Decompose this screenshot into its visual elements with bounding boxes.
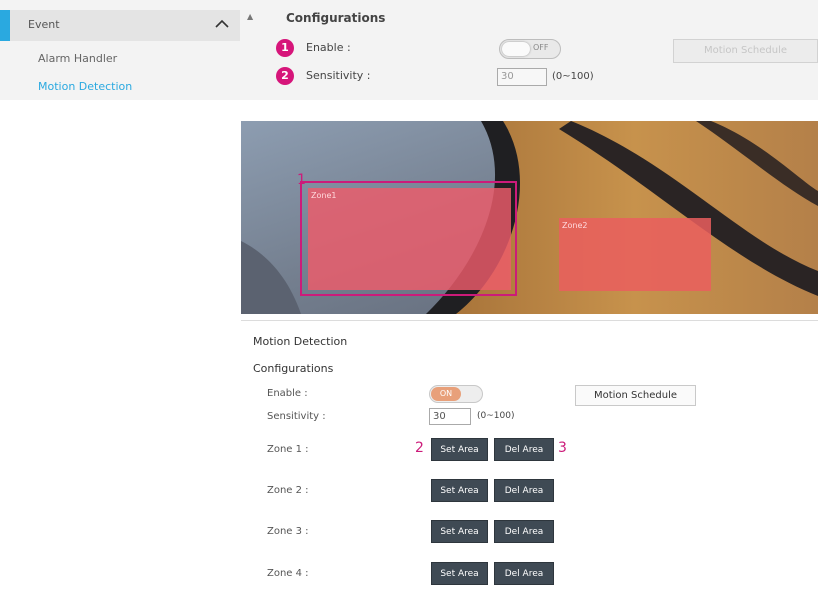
zone-1-del-area-button[interactable]: Del Area (494, 438, 554, 461)
zone-4-del-area-button[interactable]: Del Area (494, 562, 554, 585)
sidebar-item-alarm-handler[interactable]: Alarm Handler (38, 52, 117, 65)
toggle-on-indicator: ON (431, 387, 461, 401)
enable-label: Enable : (267, 388, 308, 399)
divider (241, 320, 818, 321)
callout-marker-2: 2 (276, 67, 294, 85)
configurations-heading: Configurations (253, 362, 334, 375)
enable-label: Enable : (306, 41, 351, 54)
sidebar-header-label: Event (28, 18, 60, 31)
top-config-panel: Event Alarm Handler Motion Detection ▲ C… (0, 0, 818, 100)
sidebar: Event Alarm Handler Motion Detection (0, 0, 240, 100)
configurations-title: Configurations (286, 11, 386, 25)
enable-toggle[interactable]: OFF (499, 39, 561, 59)
sensitivity-label: Sensitivity : (306, 69, 371, 82)
enable-toggle[interactable]: ON (429, 385, 483, 403)
sensitivity-label: Sensitivity : (267, 411, 326, 422)
sidebar-item-motion-detection[interactable]: Motion Detection (38, 80, 132, 93)
sidebar-header-event[interactable]: Event (0, 10, 240, 41)
motion-schedule-button[interactable]: Motion Schedule (575, 385, 696, 406)
zone-1-label: Zone 1 : (267, 444, 309, 455)
sensitivity-range: (0~100) (552, 71, 594, 82)
zone-3-del-area-button[interactable]: Del Area (494, 520, 554, 543)
zone-3-set-area-button[interactable]: Set Area (431, 520, 488, 543)
callout-number-1: 1 (297, 172, 306, 188)
motion-detection-title: Motion Detection (253, 335, 348, 348)
callout-number-3: 3 (558, 440, 567, 456)
chevron-up-icon[interactable] (212, 14, 232, 34)
zone-2-label: Zone 2 : (267, 485, 309, 496)
collapse-arrow-icon[interactable]: ▲ (247, 12, 253, 21)
motion-zone-2[interactable]: Zone2 (559, 218, 711, 291)
toggle-knob (502, 42, 530, 56)
zone-3-label: Zone 3 : (267, 526, 309, 537)
toggle-text: OFF (533, 43, 549, 52)
sensitivity-range: (0~100) (477, 411, 515, 421)
sidebar-accent-bar (0, 10, 10, 41)
zone-4-label: Zone 4 : (267, 568, 309, 579)
zone-1-set-area-button[interactable]: Set Area (431, 438, 488, 461)
motion-schedule-button[interactable]: Motion Schedule (673, 39, 818, 63)
camera-preview[interactable]: Zone1 Zone2 (241, 121, 818, 314)
zone-2-del-area-button[interactable]: Del Area (494, 479, 554, 502)
sensitivity-input[interactable]: 30 (429, 408, 471, 425)
zone-4-set-area-button[interactable]: Set Area (431, 562, 488, 585)
sensitivity-input[interactable]: 30 (497, 68, 547, 86)
zone-2-set-area-button[interactable]: Set Area (431, 479, 488, 502)
highlight-box (300, 181, 517, 296)
callout-marker-1: 1 (276, 39, 294, 57)
callout-number-2: 2 (415, 440, 424, 456)
zone-label: Zone2 (562, 221, 588, 230)
